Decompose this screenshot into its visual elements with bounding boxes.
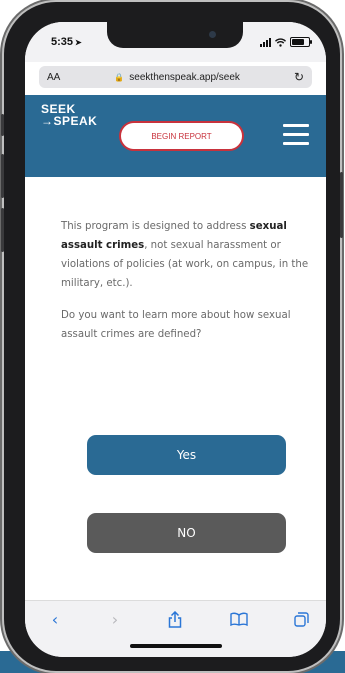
yes-button[interactable]: Yes [87, 435, 286, 475]
camera-icon [209, 31, 216, 38]
hamburger-menu-icon[interactable] [283, 124, 309, 146]
status-time: 5:35 ➤ [51, 36, 82, 48]
power-button [340, 172, 343, 238]
phone-screen: 5:35 ➤ AA 🔒 seekthenspeak.app/seek ↻ SEE… [25, 22, 326, 657]
notch [107, 22, 243, 48]
bookmarks-icon[interactable] [229, 609, 249, 629]
question-paragraph: Do you want to learn more about how sexu… [61, 310, 291, 340]
status-icons [260, 37, 312, 47]
status-bar: 5:35 ➤ [25, 22, 326, 62]
url-text[interactable]: seekthenspeak.app/seek [129, 72, 240, 83]
site-header: SEEK →SPEAK BEGIN REPORT [25, 95, 326, 177]
forward-arrow-icon[interactable]: › [105, 609, 125, 629]
browser-toolbar: ‹ › [25, 600, 326, 657]
logo-line-2: →SPEAK [41, 114, 98, 128]
phone-frame: 5:35 ➤ AA 🔒 seekthenspeak.app/seek ↻ SEE… [1, 2, 343, 671]
reload-icon[interactable]: ↻ [294, 70, 304, 84]
intro-paragraph: This program is designed to address sexu… [61, 221, 309, 289]
signal-icon [260, 38, 271, 47]
address-bar[interactable]: AA 🔒 seekthenspeak.app/seek ↻ [39, 66, 312, 88]
location-arrow-icon: ➤ [75, 38, 82, 47]
tabs-icon[interactable] [291, 609, 311, 629]
text-size-button[interactable]: AA [47, 72, 60, 83]
logo[interactable]: SEEK →SPEAK [41, 103, 97, 127]
mute-switch [1, 114, 4, 136]
volume-down-button [1, 208, 4, 252]
begin-report-button[interactable]: BEGIN REPORT [119, 121, 244, 151]
wifi-icon [275, 38, 286, 47]
battery-icon [290, 37, 312, 47]
lock-icon: 🔒 [114, 72, 125, 82]
intro-content: This program is designed to address sexu… [61, 217, 311, 357]
no-button[interactable]: NO [87, 513, 286, 553]
home-indicator [130, 644, 222, 648]
volume-up-button [1, 154, 4, 198]
share-icon[interactable] [165, 609, 185, 629]
back-arrow-icon[interactable]: ‹ [45, 609, 65, 629]
